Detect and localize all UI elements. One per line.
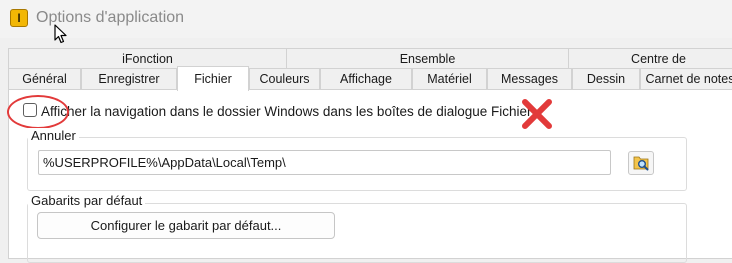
templates-group-label: Gabarits par défaut [28,193,146,208]
title-bar: I Options d'application [0,0,732,38]
configure-template-button[interactable]: Configurer le gabarit par défaut... [37,212,335,239]
tab-materiel[interactable]: Matériel [412,68,487,90]
annotation-circle [7,95,69,129]
tab-group-row: iFonction Ensemble Centre de [8,48,732,68]
app-logo-icon: I [10,9,28,27]
tab-group-ensemble: Ensemble [286,48,568,68]
browse-button[interactable] [628,151,654,175]
tab-fichier[interactable]: Fichier [177,66,249,91]
tab-enregistrer[interactable]: Enregistrer [81,68,177,90]
tab-affichage[interactable]: Affichage [320,68,412,90]
undo-group-label: Annuler [28,128,79,143]
tab-couleurs[interactable]: Couleurs [249,68,320,90]
tab-carnet-de-notes[interactable]: Carnet de notes [640,68,732,90]
tab-dessin[interactable]: Dessin [572,68,640,90]
red-x-icon [522,99,552,129]
tab-general[interactable]: Général [8,68,81,90]
browse-folder-icon [633,156,649,171]
undo-path-input[interactable]: %USERPROFILE%\AppData\Local\Temp\ [38,150,611,175]
nav-folder-checkbox-label[interactable]: Afficher la navigation dans le dossier W… [41,104,532,119]
mouse-cursor-icon [54,24,67,44]
tab-messages[interactable]: Messages [487,68,572,90]
tab-group-ifonction: iFonction [8,48,286,68]
tabs-row: Général Enregistrer Fichier Couleurs Aff… [8,66,732,91]
tab-group-centre: Centre de [568,48,732,68]
